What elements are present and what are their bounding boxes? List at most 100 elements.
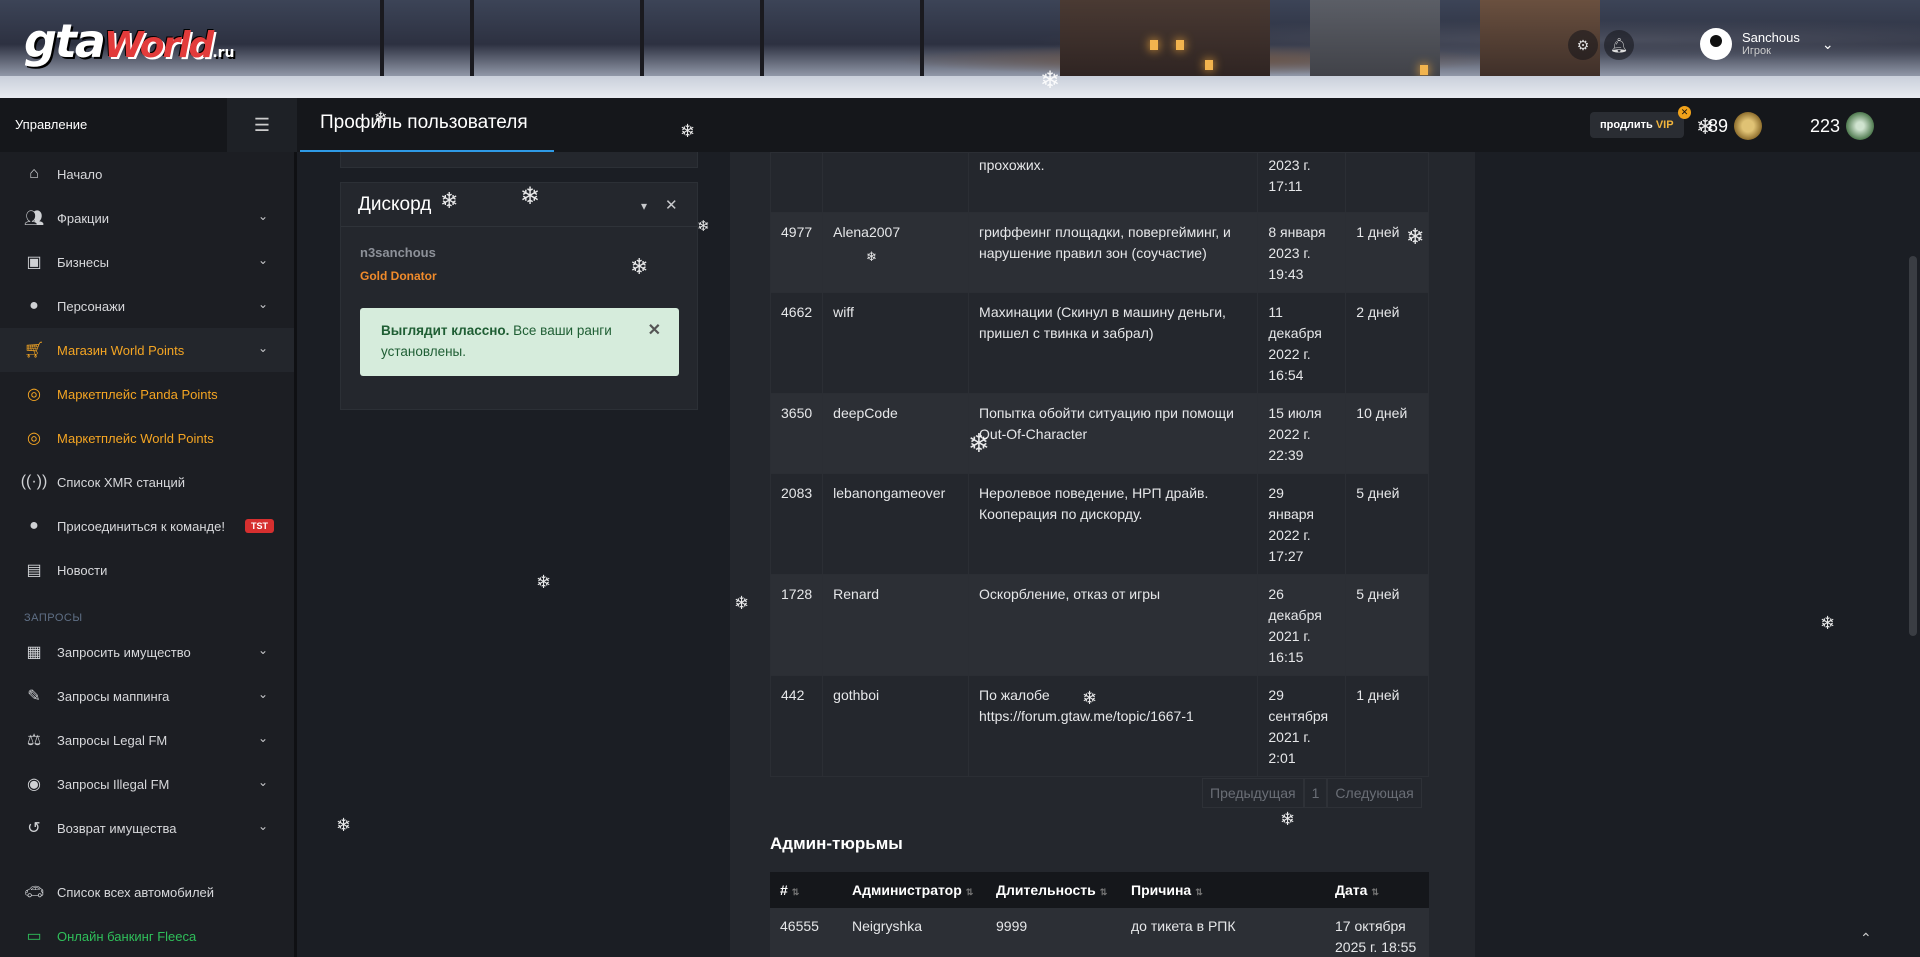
broadcast-icon: ((·)) bbox=[20, 473, 48, 490]
extend-vip-button[interactable]: продлить VIP bbox=[1590, 112, 1684, 138]
coins-icon: ◎ bbox=[27, 386, 41, 403]
sidebar-section-requests: ЗАПРОСЫ bbox=[24, 612, 83, 624]
column-header[interactable]: Причина ⇅ bbox=[1121, 872, 1325, 908]
snowflake-icon: ❄ bbox=[734, 593, 750, 613]
sidebar-item-businesses[interactable]: ▣ Бизнесы ⌄ bbox=[0, 240, 294, 284]
chevron-down-icon: ⌄ bbox=[258, 297, 269, 311]
coins-icon: ◎ bbox=[27, 430, 41, 447]
cell-duration bbox=[1345, 152, 1429, 213]
scroll-to-top-button[interactable]: ⌃ bbox=[1860, 930, 1872, 947]
sidebar-item-world-points-shop[interactable]: 🛒︎ Магазин World Points ⌄ bbox=[0, 328, 294, 372]
cell-duration: 1 дней bbox=[1345, 675, 1429, 777]
sidebar-item-request-property[interactable]: ▦ Запросить имущество ⌄ bbox=[0, 630, 294, 674]
close-icon[interactable]: ✕ bbox=[665, 196, 678, 214]
sort-icon: ⇅ bbox=[965, 887, 974, 897]
snowflake-icon: ❄ bbox=[536, 572, 552, 592]
cell-reason: до тикета в РПК bbox=[1121, 908, 1325, 957]
menu-toggle-button[interactable]: ☰ bbox=[227, 98, 297, 152]
cell-id: 1728 bbox=[769, 574, 824, 676]
cell-duration: 9999 bbox=[986, 908, 1121, 957]
sidebar-item-fleeca-banking[interactable]: ▭ Онлайн банкинг Fleeca bbox=[0, 914, 294, 957]
pagination: Предыдущая 1 Следующая bbox=[1202, 778, 1422, 808]
snowflake-icon: ❄ bbox=[1082, 688, 1098, 708]
mask-icon: ◉ bbox=[27, 776, 41, 793]
scrollbar-thumb[interactable] bbox=[1909, 256, 1917, 636]
user-menu[interactable]: Sanchous Игрок ⌄ bbox=[1700, 28, 1834, 60]
sidebar-item-panda-marketplace[interactable]: ◎ Маркетплейс Panda Points bbox=[0, 372, 294, 416]
sidebar-item-world-marketplace[interactable]: ◎ Маркетплейс World Points bbox=[0, 416, 294, 460]
admin-jails-title: Админ-тюрьмы bbox=[770, 834, 903, 853]
column-header[interactable]: Администратор ⇅ bbox=[842, 872, 986, 908]
cell-reason: Оскорбление, отказ от игры bbox=[968, 574, 1259, 676]
cell-admin bbox=[822, 152, 970, 213]
chevron-down-icon: ⌄ bbox=[258, 775, 269, 789]
sidebar-item-illegal-fm[interactable]: ◉ Запросы Illegal FM ⌄ bbox=[0, 762, 294, 806]
cell-date: 29 сентября 2021 г. 2:01 bbox=[1257, 675, 1347, 777]
snowflake-icon: ❄ bbox=[1406, 224, 1425, 249]
snowflake-icon: ❄ bbox=[680, 121, 696, 141]
avatar bbox=[1700, 28, 1732, 60]
cell-id: 46555 bbox=[770, 908, 842, 957]
chevron-down-icon: ⌄ bbox=[258, 209, 269, 223]
home-icon: ⌂ bbox=[29, 165, 39, 182]
snowflake-icon: ❄ bbox=[697, 218, 710, 235]
cell-date: 15 июля 2022 г. 22:39 bbox=[1257, 393, 1347, 474]
notifications-button[interactable]: 🔔︎ bbox=[1604, 30, 1634, 60]
close-icon[interactable]: ✕ bbox=[648, 320, 661, 341]
page-number[interactable]: 1 bbox=[1303, 778, 1328, 808]
sidebar-item-join-team[interactable]: ● Присоединиться к команде! TST bbox=[0, 504, 294, 548]
sort-icon: ⇅ bbox=[1099, 887, 1108, 897]
cell-id: 2083 bbox=[769, 473, 824, 575]
medal-icon bbox=[1734, 112, 1763, 140]
cell-admin: wiff bbox=[822, 292, 970, 394]
cell-reason: прохожих. bbox=[968, 152, 1259, 213]
sidebar-item-xmr-stations[interactable]: ((·)) Список XMR станций bbox=[0, 460, 294, 504]
tst-badge: TST bbox=[244, 519, 274, 533]
collapse-icon[interactable]: ▾ bbox=[641, 199, 647, 213]
settings-button[interactable]: ⚙ bbox=[1568, 30, 1598, 60]
sidebar-item-factions[interactable]: 👥︎ Фракции ⌄ bbox=[0, 196, 294, 240]
sidebar-item-news[interactable]: ▤ Новости bbox=[0, 548, 294, 592]
cell-reason: гриффеинг площадки, повергейминг, и нару… bbox=[968, 212, 1259, 293]
world-points-balance[interactable]: 223 bbox=[1810, 112, 1875, 140]
prev-page-button[interactable]: Предыдущая bbox=[1202, 778, 1304, 808]
vip-close-badge[interactable]: ✕ bbox=[1678, 106, 1691, 119]
sidebar-item-legal-fm[interactable]: ⚖ Запросы Legal FM ⌄ bbox=[0, 718, 294, 762]
column-header[interactable]: Длительность ⇅ bbox=[986, 872, 1121, 908]
sidebar-item-characters[interactable]: ● Персонажи ⌄ bbox=[0, 284, 294, 328]
snowflake-icon: ❄ bbox=[1040, 67, 1061, 94]
discord-username: n3sanchous bbox=[360, 245, 436, 260]
cell-reason: Махинации (Скинул в машину деньги, прише… bbox=[968, 292, 1259, 394]
column-header[interactable]: Дата ⇅ bbox=[1325, 872, 1429, 908]
scrollbar[interactable] bbox=[1906, 152, 1920, 957]
cell-duration: 5 дней bbox=[1345, 574, 1429, 676]
sidebar-item-mapping-requests[interactable]: ✎ Запросы маппинга ⌄ bbox=[0, 674, 294, 718]
cell-id: 4977 bbox=[769, 212, 824, 293]
sidebar-item-property-return[interactable]: ↺ Возврат имущества ⌄ bbox=[0, 806, 294, 850]
sidebar-item-home[interactable]: ⌂ Начало bbox=[0, 152, 294, 196]
user-role: Игрок bbox=[1742, 45, 1771, 57]
brush-icon: ✎ bbox=[27, 688, 41, 705]
table-row: 442 gothboi По жалобе https://forum.gtaw.m… bbox=[769, 675, 1429, 777]
snowflake-icon: ❄ bbox=[440, 188, 459, 213]
discord-rank: Gold Donator bbox=[360, 269, 437, 283]
chevron-down-icon: ⌄ bbox=[258, 819, 269, 833]
snowflake-icon: ❄ bbox=[1696, 114, 1715, 139]
widget-title: Дискорд bbox=[358, 193, 432, 215]
cell-duration: 10 дней bbox=[1345, 393, 1429, 474]
cell-admin: lebanongameover bbox=[822, 473, 970, 575]
cell-date: 8 января 2023 г. 19:43 bbox=[1257, 212, 1347, 293]
bans-table: прохожих. 2023 г. 17:11 4977 Alena2007 грифф… bbox=[769, 152, 1429, 777]
cell-date: 17 октября 2025 г. 18:55 bbox=[1325, 908, 1429, 957]
bank-card-icon: ▭ bbox=[26, 928, 42, 945]
chevron-down-icon: ⌄ bbox=[258, 731, 269, 745]
panda-points-balance[interactable]: 89 bbox=[1708, 112, 1763, 140]
next-page-button[interactable]: Следующая bbox=[1327, 778, 1422, 808]
site-logo[interactable]: gtaWorld.ru bbox=[24, 14, 235, 68]
snowflake-icon: ❄ bbox=[866, 249, 877, 264]
column-header[interactable]: # ⇅ bbox=[770, 872, 842, 908]
cell-date: 2023 г. 17:11 bbox=[1257, 152, 1347, 213]
newspaper-icon: ▤ bbox=[26, 562, 42, 579]
sidebar-item-all-vehicles[interactable]: 🚗︎ Список всех автомобилей bbox=[0, 870, 294, 914]
cell-duration: 5 дней bbox=[1345, 473, 1429, 575]
